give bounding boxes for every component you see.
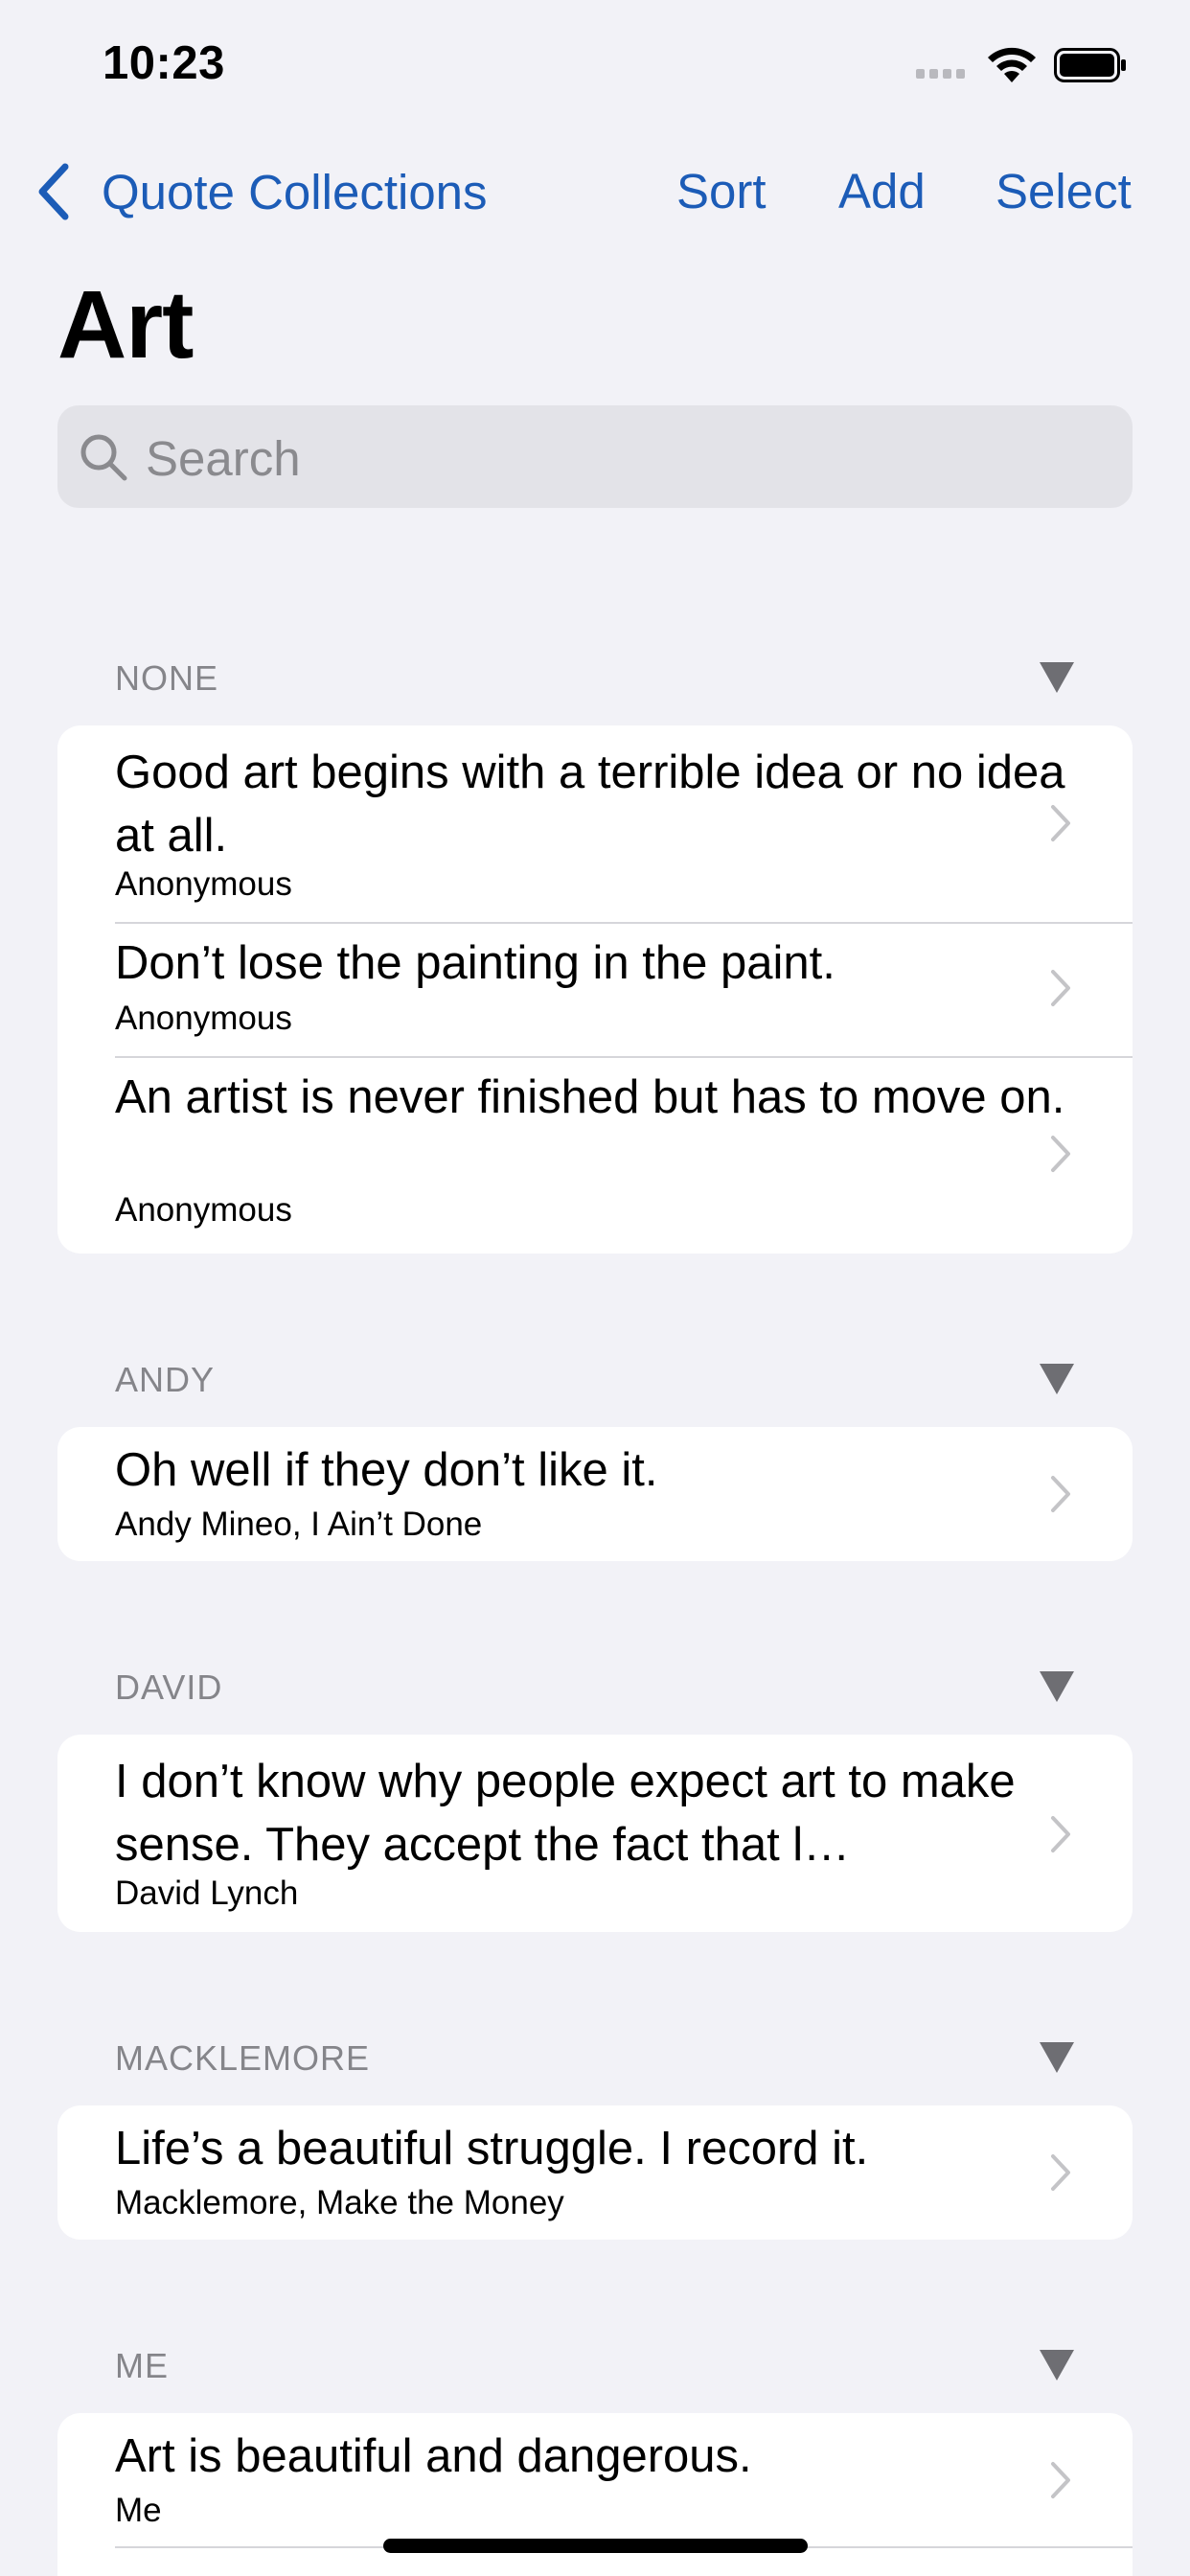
page-title: Art: [57, 271, 194, 379]
section-card-andy: Oh well if they don’t like it. Andy Mine…: [57, 1427, 1133, 1561]
navigation-bar: Quote Collections Sort Add Select: [0, 153, 1190, 230]
chevron-left-icon: [38, 163, 69, 220]
quote-text: Good art begins with a terrible idea or …: [115, 747, 1065, 862]
list-item[interactable]: Good art begins with a terrible idea or …: [57, 725, 1133, 922]
chevron-right-icon: [1051, 970, 1070, 1006]
list-item[interactable]: Don’t lose the painting in the paint. An…: [57, 924, 1133, 1056]
section-header-macklemore: MACKLEMORE: [115, 2038, 371, 2078]
add-button[interactable]: Add: [838, 163, 926, 219]
quote-author: Anonymous: [115, 1000, 292, 1037]
list-item[interactable]: I don’t know why people expect art to ma…: [57, 1735, 1133, 1932]
section-header-me: ME: [115, 2346, 169, 2385]
chevron-right-icon: [1051, 1136, 1070, 1172]
cellular-signal-icon: [916, 69, 965, 79]
chevron-right-icon: [1051, 2462, 1070, 2498]
chevron-right-icon: [1051, 1816, 1070, 1852]
quote-author: Anonymous: [115, 1191, 292, 1229]
collapse-triangle-icon[interactable]: [1040, 2350, 1074, 2380]
quote-author: Me: [115, 2492, 162, 2529]
list-item[interactable]: Oh well if they don’t like it. Andy Mine…: [57, 1427, 1133, 1561]
list-item[interactable]: An artist is never finished but has to m…: [57, 1058, 1133, 1254]
quote-text: Art is beautiful and dangerous.: [115, 2430, 752, 2482]
collapse-triangle-icon[interactable]: [1040, 662, 1074, 693]
search-placeholder: Search: [146, 431, 301, 486]
section-card-david: I don’t know why people expect art to ma…: [57, 1735, 1133, 1932]
list-item[interactable]: Life’s a beautiful struggle. I record it…: [57, 2105, 1133, 2240]
quote-author: Andy Mineo, I Ain’t Done: [115, 1506, 483, 1543]
section-header-andy: ANDY: [115, 1360, 216, 1399]
collapse-triangle-icon[interactable]: [1040, 2042, 1074, 2073]
status-bar: 10:23: [0, 0, 1190, 134]
quote-author: Anonymous: [115, 865, 292, 903]
collapse-triangle-icon[interactable]: [1040, 1671, 1074, 1702]
back-button-label: Quote Collections: [102, 164, 488, 219]
chevron-right-icon: [1051, 805, 1070, 841]
back-button[interactable]: Quote Collections: [36, 163, 488, 220]
quote-author: Macklemore, Make the Money: [115, 2184, 564, 2221]
home-indicator[interactable]: [383, 2539, 808, 2553]
chevron-right-icon: [1051, 1476, 1070, 1512]
sort-button[interactable]: Sort: [676, 163, 767, 219]
quote-text: An artist is never finished but has to m…: [115, 1071, 1065, 1123]
quote-text: Don’t lose the painting in the paint.: [115, 937, 835, 989]
quote-text: Oh well if they don’t like it.: [115, 1444, 658, 1496]
quote-author: David Lynch: [115, 1874, 299, 1912]
screen: 10:23 Quote Collections Sort Add Select …: [0, 0, 1190, 2576]
wifi-icon: [988, 47, 1036, 82]
status-time: 10:23: [103, 37, 225, 89]
quote-text: Life’s a beautiful struggle. I record it…: [115, 2123, 869, 2174]
search-icon: [80, 434, 127, 481]
quote-text: I don’t know why people expect art to ma…: [115, 1756, 1016, 1871]
section-header-none: NONE: [115, 658, 219, 698]
section-card-macklemore: Life’s a beautiful struggle. I record it…: [57, 2105, 1133, 2240]
search-field[interactable]: Search: [57, 405, 1133, 508]
collapse-triangle-icon[interactable]: [1040, 1364, 1074, 1394]
battery-icon: [1054, 48, 1126, 82]
list-item[interactable]: Art is beautiful and dangerous. Me: [57, 2413, 1133, 2547]
section-header-david: DAVID: [115, 1668, 223, 1707]
select-button[interactable]: Select: [995, 163, 1132, 219]
section-card-none: Good art begins with a terrible idea or …: [57, 725, 1133, 1254]
chevron-right-icon: [1051, 2154, 1070, 2191]
